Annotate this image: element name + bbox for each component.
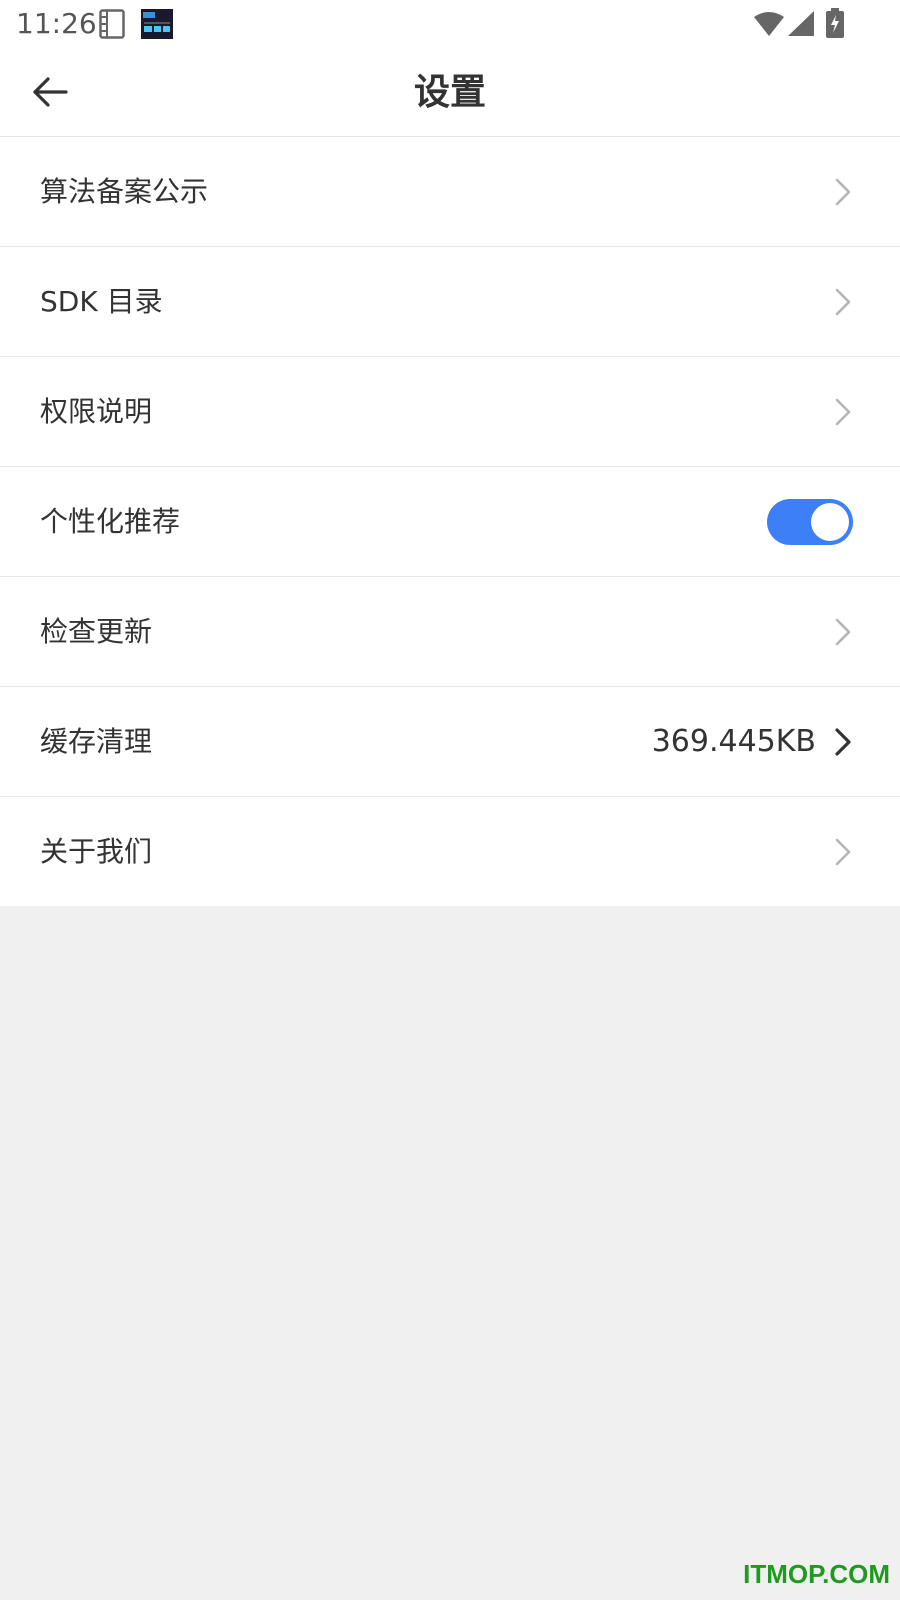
row-label: 算法备案公示 [40, 175, 209, 208]
chevron-right-icon [835, 288, 851, 316]
toggle-knob [811, 503, 849, 541]
row-label: 个性化推荐 [40, 505, 181, 538]
row-label: 关于我们 [40, 835, 153, 868]
back-button[interactable] [22, 64, 78, 120]
chevron-right-icon [835, 178, 851, 206]
cache-size-value: 369.445KB [651, 724, 816, 759]
settings-row-personalized-recommendation: 个性化推荐 [0, 467, 900, 577]
chevron-right-icon [835, 398, 851, 426]
arrow-left-icon [33, 77, 68, 107]
personalized-recommendation-toggle[interactable] [767, 499, 853, 545]
signal-icon [788, 11, 814, 41]
watermark: ITMOP.COM [743, 1559, 890, 1589]
settings-row-algorithm-filing[interactable]: 算法备案公示 [0, 137, 900, 247]
row-label: 缓存清理 [40, 725, 153, 758]
header: 设置 [0, 48, 900, 137]
wifi-icon [754, 11, 784, 41]
settings-row-sdk-directory[interactable]: SDK 目录 [0, 247, 900, 357]
settings-row-clear-cache[interactable]: 缓存清理 369.445KB [0, 687, 900, 797]
row-label: 检查更新 [40, 615, 153, 648]
notebook-icon [99, 9, 125, 43]
row-label: SDK 目录 [40, 285, 163, 318]
battery-charging-icon [826, 8, 844, 42]
settings-row-about-us[interactable]: 关于我们 [0, 797, 900, 906]
status-bar: 11:26 [0, 0, 900, 48]
clock-widget-icon [141, 9, 173, 43]
chevron-right-icon [835, 728, 851, 756]
chevron-right-icon [835, 618, 851, 646]
status-time: 11:26 [16, 7, 97, 40]
settings-row-check-update[interactable]: 检查更新 [0, 577, 900, 687]
chevron-right-icon [835, 838, 851, 866]
settings-row-permissions[interactable]: 权限说明 [0, 357, 900, 467]
settings-list: 算法备案公示 SDK 目录 权限说明 个性化推荐 检查更新 缓存清理 369.4… [0, 137, 900, 906]
page-title: 设置 [413, 72, 486, 113]
row-label: 权限说明 [40, 395, 153, 428]
